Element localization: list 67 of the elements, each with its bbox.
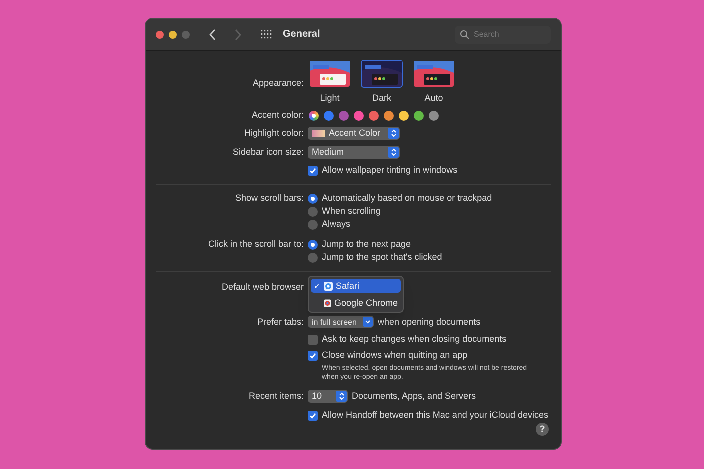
minimize-icon[interactable] <box>169 30 177 38</box>
scroll-bars-label: Show scroll bars: <box>235 193 304 204</box>
app-icon <box>324 282 333 290</box>
stepper-icon <box>390 148 396 157</box>
checkbox[interactable] <box>308 334 318 344</box>
appearance-thumbnail[interactable] <box>360 59 404 89</box>
radio-label: Jump to the next page <box>322 239 412 250</box>
checkbox[interactable] <box>308 410 318 420</box>
search-input[interactable]: Search <box>474 29 544 40</box>
appearance-option-label: Light <box>320 93 340 104</box>
app-icon <box>324 298 332 308</box>
recent-items-label: Recent items: <box>248 391 304 402</box>
radio-label: Jump to the spot that's clicked <box>322 252 442 263</box>
accent-color-swatch[interactable] <box>339 110 349 120</box>
accent-color-swatch[interactable] <box>384 110 394 120</box>
accent-color-swatch[interactable] <box>399 110 409 120</box>
help-button[interactable]: ? <box>536 423 549 436</box>
menu-item[interactable]: ✓ Safari <box>311 279 401 293</box>
checkbox[interactable] <box>308 166 318 176</box>
accent-color-label: Accent color: <box>252 110 304 121</box>
highlight-color-label: Highlight color: <box>244 128 304 139</box>
chevron-icon <box>365 320 371 324</box>
accent-color-swatch[interactable] <box>324 110 334 120</box>
appearance-option-label: Auto <box>424 93 444 104</box>
stepper-icon <box>390 129 396 138</box>
sidebar-icon-size-popup[interactable]: Medium <box>308 146 400 159</box>
default-browser-label: Default web browser <box>222 282 304 292</box>
search-field[interactable]: Search <box>455 26 551 44</box>
scroll-click-label: Click in the scroll bar to: <box>208 239 304 250</box>
checkbox[interactable] <box>308 350 318 360</box>
appearance-thumbnail[interactable] <box>308 59 352 89</box>
check-mark: ✓ <box>314 280 321 292</box>
color-swatch-icon <box>312 130 325 137</box>
accent-color-swatch[interactable] <box>354 110 364 120</box>
prefer-tabs-suffix: when opening documents <box>378 316 481 328</box>
search-icon <box>460 30 470 40</box>
accent-color-swatch[interactable] <box>429 110 439 120</box>
back-icon[interactable] <box>209 28 217 40</box>
appearance-label: Appearance: <box>252 78 304 89</box>
radio-label: When scrolling <box>322 206 382 217</box>
radio-button[interactable] <box>308 206 318 216</box>
accent-color-swatch[interactable] <box>369 110 379 120</box>
checkbox-label: Ask to keep changes when closing documents <box>322 334 507 345</box>
recent-items-popup[interactable]: 10 <box>308 390 348 403</box>
appearance-thumbnail[interactable] <box>412 59 456 89</box>
highlight-color-popup[interactable]: Accent Color <box>308 127 400 140</box>
radio-button[interactable] <box>308 220 318 230</box>
appearance-option-label: Dark <box>372 93 392 104</box>
radio-label: Always <box>322 219 351 230</box>
sidebar-icon-size-label: Sidebar icon size: <box>232 147 304 158</box>
close-icon[interactable] <box>156 30 164 38</box>
checkbox-label: Allow wallpaper tinting in windows <box>322 165 458 176</box>
stepper-icon <box>338 392 344 401</box>
window-title: General <box>283 29 320 40</box>
radio-button[interactable] <box>308 240 318 250</box>
accent-color-swatch[interactable] <box>414 110 424 120</box>
checkbox-label: Close windows when quitting an app <box>322 350 468 361</box>
checkbox-label: Allow Handoff between this Mac and your iCloud devices <box>322 410 548 421</box>
accent-color-swatch[interactable] <box>309 110 319 120</box>
prefer-tabs-label: Prefer tabs: <box>257 316 304 328</box>
radio-button[interactable] <box>308 252 318 262</box>
recent-items-suffix: Documents, Apps, and Servers <box>352 391 476 402</box>
menu-item[interactable]: Google Chrome <box>311 296 401 310</box>
radio-label: Automatically based on mouse or trackpad <box>322 193 492 204</box>
radio-button[interactable] <box>308 194 318 204</box>
grid-icon[interactable] <box>261 30 272 40</box>
prefer-tabs-popup[interactable]: in full screen <box>308 316 374 328</box>
